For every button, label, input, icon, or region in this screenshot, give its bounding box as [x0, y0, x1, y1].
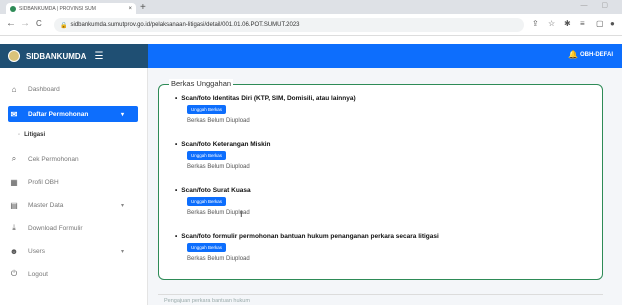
- search-icon: ⌕: [11, 154, 17, 163]
- sidebar-item-logout[interactable]: ⏻ Logout: [8, 267, 138, 281]
- upload-item-text: Scan/foto Identitas Diri (KTP, SIM, Domi…: [181, 95, 356, 102]
- app-brand-bar: SIDBANKUMDA ☰: [0, 44, 148, 68]
- upload-button[interactable]: Unggah Berkas: [187, 105, 227, 114]
- upload-item: • Scan/foto Keterangan Miskin Unggah Berk…: [175, 141, 271, 170]
- chevron-down-icon: ▾: [120, 248, 124, 255]
- app-topbar: 🔔 OBH-DEFAI: [148, 44, 622, 68]
- back-button[interactable]: ←: [6, 18, 16, 29]
- sidebar-item-label: Master Data: [28, 201, 64, 209]
- window-controls[interactable]: — ▢: [580, 1, 614, 9]
- sidebar-item-profil-obh[interactable]: ▦ Profil OBH: [8, 175, 138, 189]
- reading-list-icon[interactable]: ≡: [580, 19, 585, 28]
- upload-item-label: • Scan/foto Keterangan Miskin: [175, 141, 271, 148]
- sidebar-item-daftar-permohonan[interactable]: ✉ Daftar Permohonan ▾: [8, 106, 138, 122]
- star-icon[interactable]: ☆: [548, 19, 555, 28]
- home-icon: ⌂: [11, 84, 17, 94]
- bell-icon[interactable]: 🔔: [568, 50, 578, 59]
- logo-icon: [8, 50, 20, 62]
- reload-button[interactable]: C: [36, 19, 42, 28]
- upload-button[interactable]: Unggah Berkas: [187, 197, 227, 206]
- tab-title: SIDBANKUMDA | PROVINSI SUM: [19, 5, 96, 12]
- extensions-icon[interactable]: ✱: [564, 19, 571, 28]
- chevron-down-icon: ▾: [120, 111, 124, 118]
- upload-button[interactable]: Unggah Berkas: [187, 243, 227, 252]
- sidebar-item-dashboard[interactable]: ⌂ Dashboard: [8, 82, 138, 96]
- upload-section: Berkas Unggahan • Scan/foto Identitas Dir…: [158, 79, 603, 280]
- upload-item-text: Scan/foto formulir permohonan bantuan hu…: [181, 233, 439, 240]
- share-icon[interactable]: ⇪: [532, 19, 539, 28]
- lock-icon: 🔒: [60, 22, 68, 29]
- chevron-down-icon: ▾: [120, 202, 124, 209]
- upload-status: Berkas Belum Diupload: [187, 164, 250, 170]
- close-tab-icon[interactable]: ×: [128, 6, 132, 12]
- sidebar-item-label: Download Formulir: [28, 224, 83, 232]
- sidebar-item-label: Profil OBH: [28, 178, 59, 186]
- upload-item-text: Scan/foto Keterangan Miskin: [181, 141, 271, 148]
- browser-tab[interactable]: SIDBANKUMDA | PROVINSI SUM ×: [6, 3, 136, 14]
- sidebar-item-label: Daftar Permohonan: [28, 110, 89, 118]
- upload-item-text: Scan/foto Surat Kuasa: [181, 187, 251, 194]
- url-text: sidbankumda.sumutprov.go.id/pelaksanaan-…: [70, 22, 300, 28]
- browser-tab-strip: SIDBANKUMDA | PROVINSI SUM × + — ▢: [0, 0, 622, 14]
- upload-status: Berkas Belum Diupload: [187, 256, 250, 262]
- next-section-header: Pengajuan perkara bantuan hukum: [158, 294, 603, 305]
- download-icon: ⤓: [12, 223, 16, 232]
- user-menu[interactable]: OBH-DEFAI: [580, 52, 613, 58]
- sidebar-item-label: Logout: [28, 270, 48, 278]
- text-cursor-icon: I: [240, 209, 243, 219]
- address-bar-row: ← → C 🔒 sidbankumda.sumutprov.go.id/pela…: [0, 14, 622, 36]
- profile-icon[interactable]: ●: [610, 19, 615, 28]
- upload-button[interactable]: Unggah Berkas: [187, 151, 227, 160]
- sidebar-item-master-data[interactable]: ▤ Master Data ▾: [8, 198, 138, 212]
- main-content: Berkas Unggahan • Scan/foto Identitas Dir…: [148, 68, 622, 305]
- url-bar[interactable]: 🔒 sidbankumda.sumutprov.go.id/pelaksanaa…: [54, 18, 524, 32]
- power-icon: ⏻: [10, 269, 18, 278]
- mail-icon: ✉: [10, 109, 18, 119]
- upload-status: Berkas Belum Diupload: [187, 118, 250, 124]
- sidebar-item-cek-permohonan[interactable]: ⌕ Cek Permohonan: [8, 152, 138, 166]
- sidebar-item-download-formulir[interactable]: ⤓ Download Formulir: [8, 221, 138, 235]
- app-brand: SIDBANKUMDA: [26, 51, 87, 61]
- grid-icon: ▦: [10, 177, 18, 187]
- forward-button[interactable]: →: [20, 18, 30, 29]
- upload-item-label: • Scan/foto Identitas Diri (KTP, SIM, Dom…: [175, 95, 356, 102]
- sidebar: ⌂ Dashboard ✉ Daftar Permohonan ▾ ◦ Litig…: [0, 68, 148, 305]
- menu-toggle-icon[interactable]: ☰: [94, 51, 103, 62]
- upload-item-label: • Scan/foto Surat Kuasa: [175, 187, 251, 194]
- upload-item-label: • Scan/foto formulir permohonan bantuan h…: [175, 233, 439, 240]
- sidebar-subitem-label: Litigasi: [24, 132, 46, 138]
- user-icon: ☻: [9, 246, 19, 256]
- section-title: Berkas Unggahan: [169, 79, 234, 88]
- sidebar-subitem-litigasi[interactable]: ◦ Litigasi: [18, 132, 45, 138]
- sidebar-item-label: Users: [28, 247, 45, 255]
- favicon-icon: [10, 5, 16, 12]
- upload-item: • Scan/foto formulir permohonan bantuan h…: [175, 233, 439, 262]
- bullet-icon: ◦: [18, 132, 21, 138]
- upload-item: • Scan/foto Identitas Diri (KTP, SIM, Dom…: [175, 95, 356, 124]
- new-tab-button[interactable]: +: [140, 2, 146, 13]
- sidebar-item-users[interactable]: ☻ Users ▾: [8, 244, 138, 258]
- file-icon: ▤: [10, 200, 18, 210]
- sidebar-item-label: Dashboard: [28, 85, 60, 93]
- sidepanel-icon[interactable]: ▢: [596, 19, 604, 28]
- sidebar-item-label: Cek Permohonan: [28, 155, 79, 163]
